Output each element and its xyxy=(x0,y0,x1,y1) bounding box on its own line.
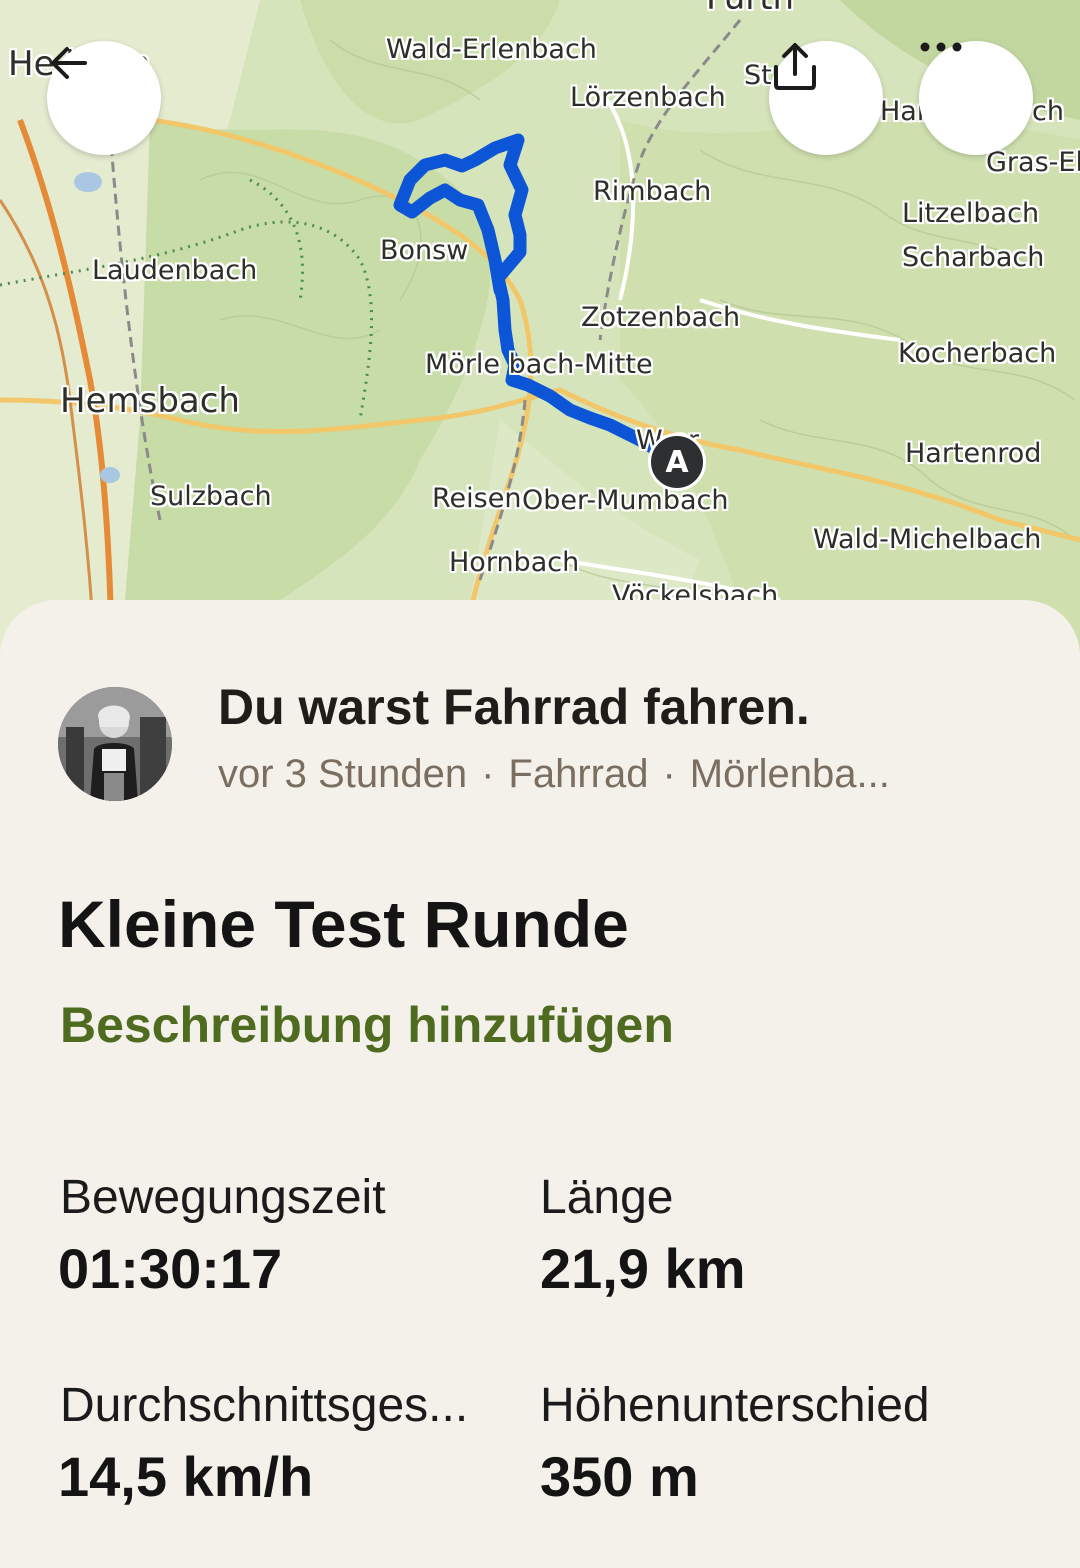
sport-type: Fahrrad xyxy=(508,752,649,796)
avg-speed-value: 14,5 km/h xyxy=(58,1445,314,1508)
place-label: Mörle bach-Mitte xyxy=(425,349,653,380)
place-label: Zotzenbach xyxy=(581,302,741,333)
moving-time-value: 01:30:17 xyxy=(58,1237,283,1300)
tour-title[interactable]: Kleine Test Runde xyxy=(58,886,629,962)
back-button[interactable] xyxy=(47,41,161,155)
place-label: Hartenrod xyxy=(905,438,1042,469)
place-label: Sulzbach xyxy=(150,481,272,512)
place-label: Rimbach xyxy=(593,176,712,207)
separator-dot: · xyxy=(662,752,676,796)
share-button[interactable] xyxy=(769,41,883,155)
place-label: Litzelbach xyxy=(902,198,1040,229)
activity-headline: Du warst Fahrrad fahren. xyxy=(218,679,810,735)
place-label: Wald-Michelbach xyxy=(813,524,1042,555)
share-icon xyxy=(774,43,816,90)
location: Mörlenba... xyxy=(689,752,890,796)
place-label: Wald-Erlenbach xyxy=(386,34,597,65)
place-label: Scharbach xyxy=(902,242,1045,273)
time-ago: vor 3 Stunden xyxy=(218,752,468,796)
avg-speed-label: Durchschnittsges... xyxy=(60,1379,469,1432)
place-label: Hemsbach xyxy=(60,381,240,421)
more-dots-icon xyxy=(920,42,962,52)
place-label: Reisen xyxy=(432,483,522,514)
arrow-left-icon xyxy=(51,47,87,79)
elevation-value: 350 m xyxy=(540,1445,699,1508)
avatar[interactable] xyxy=(58,687,172,801)
place-label: Laudenbach xyxy=(92,255,258,286)
place-label: ch xyxy=(1032,96,1064,127)
place-label: Fürth xyxy=(706,0,794,18)
route-map[interactable]: He heim Wald-Erlenbach Lörzenbach St Har… xyxy=(0,0,1080,660)
separator-dot: · xyxy=(481,752,495,796)
place-label: Gras-El xyxy=(986,147,1080,178)
more-options-button[interactable] xyxy=(919,41,1033,155)
elevation-label: Höhenunterschied xyxy=(540,1379,930,1432)
user-avatar-image xyxy=(58,687,172,801)
activity-meta: vor 3 Stunden · Fahrrad · Mörlenba... xyxy=(218,752,958,797)
tour-detail-screen: He heim Wald-Erlenbach Lörzenbach St Har… xyxy=(0,0,1080,1568)
place-label: Bonsw xyxy=(380,235,469,266)
route-start-marker[interactable]: A xyxy=(648,433,706,491)
place-label: Hornbach xyxy=(449,547,580,578)
place-label: Kocherbach xyxy=(898,338,1057,369)
place-label: St xyxy=(744,60,772,91)
distance-value: 21,9 km xyxy=(540,1237,746,1300)
place-label: Ober-Mumbach xyxy=(522,485,729,516)
add-description-link[interactable]: Beschreibung hinzufügen xyxy=(60,996,674,1054)
moving-time-label: Bewegungszeit xyxy=(60,1171,386,1224)
place-label: Lörzenbach xyxy=(570,82,726,113)
distance-label: Länge xyxy=(540,1171,674,1224)
